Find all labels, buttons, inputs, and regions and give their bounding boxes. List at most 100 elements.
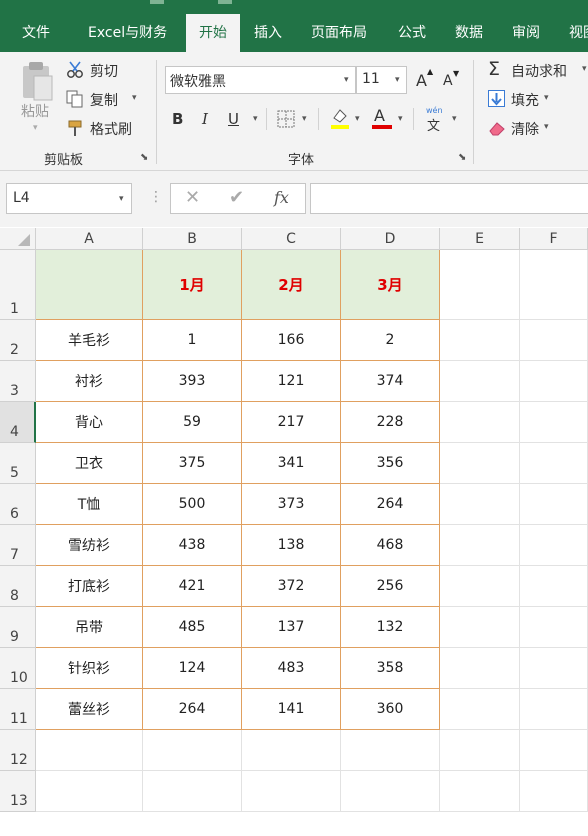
table-cell[interactable]: 228 (341, 402, 440, 443)
name-box[interactable]: L4 ▾ (6, 183, 132, 214)
table-cell[interactable]: 背心 (36, 402, 143, 443)
select-all-corner[interactable] (0, 228, 36, 250)
table-cell[interactable]: 483 (242, 648, 341, 689)
cut-button[interactable]: 剪切 (66, 60, 136, 82)
row-header-10[interactable]: 10 (0, 648, 36, 689)
cell[interactable] (440, 730, 520, 771)
row-header-8[interactable]: 8 (0, 566, 36, 607)
cell[interactable] (520, 484, 588, 525)
tab-review[interactable]: 审阅 (512, 14, 540, 52)
autosum-button[interactable]: Σ 自动求和 ▾ (487, 58, 588, 82)
row-header-5[interactable]: 5 (0, 443, 36, 484)
cell[interactable] (440, 525, 520, 566)
table-cell[interactable]: 217 (242, 402, 341, 443)
column-header-d[interactable]: D (341, 228, 440, 250)
copy-button[interactable]: 复制 ▾ (66, 89, 142, 111)
row-header-3[interactable]: 3 (0, 361, 36, 402)
row-header-11[interactable]: 11 (0, 689, 36, 730)
tab-formulas[interactable]: 公式 (398, 14, 426, 52)
cell[interactable] (36, 730, 143, 771)
table-cell[interactable]: 264 (143, 689, 242, 730)
grow-font-button[interactable]: A ▲ (416, 67, 436, 92)
table-cell[interactable]: 121 (242, 361, 341, 402)
row-header-12[interactable]: 12 (0, 730, 36, 771)
tab-insert[interactable]: 插入 (254, 14, 282, 52)
table-cell[interactable]: 468 (341, 525, 440, 566)
table-cell[interactable]: 375 (143, 443, 242, 484)
cell[interactable] (440, 443, 520, 484)
cell[interactable] (520, 566, 588, 607)
cell[interactable] (440, 250, 520, 320)
font-name-dropdown-icon[interactable]: ▾ (344, 75, 349, 85)
tab-view[interactable]: 视图 (569, 14, 588, 52)
table-cell[interactable]: 蕾丝衫 (36, 689, 143, 730)
table-cell[interactable]: 打底衫 (36, 566, 143, 607)
table-cell[interactable]: 393 (143, 361, 242, 402)
table-cell[interactable]: 372 (242, 566, 341, 607)
table-cell[interactable]: 356 (341, 443, 440, 484)
tab-data[interactable]: 数据 (455, 14, 483, 52)
cell[interactable] (242, 771, 341, 812)
cell[interactable] (520, 689, 588, 730)
font-size-dropdown-icon[interactable]: ▾ (395, 75, 400, 85)
column-header-e[interactable]: E (440, 228, 520, 250)
italic-button[interactable]: I (202, 110, 208, 128)
font-color-button[interactable]: A (372, 106, 392, 130)
tab-excel-finance[interactable]: Excel与财务 (88, 14, 167, 52)
cell[interactable] (520, 250, 588, 320)
table-cell[interactable]: 485 (143, 607, 242, 648)
row-header-6[interactable]: 6 (0, 484, 36, 525)
cell[interactable] (143, 771, 242, 812)
cell[interactable] (520, 730, 588, 771)
table-cell[interactable]: 137 (242, 607, 341, 648)
row-header-7[interactable]: 7 (0, 525, 36, 566)
autosum-dropdown-icon[interactable]: ▾ (582, 64, 587, 74)
table-cell[interactable]: 358 (341, 648, 440, 689)
font-name-combo[interactable]: 微软雅黑 ▾ (165, 66, 356, 94)
table-cell[interactable]: 256 (341, 566, 440, 607)
confirm-entry-icon[interactable]: ✔ (229, 187, 244, 208)
table-cell[interactable]: 341 (242, 443, 341, 484)
font-color-dropdown-icon[interactable]: ▾ (398, 114, 403, 124)
cell[interactable] (520, 648, 588, 689)
table-cell[interactable]: 360 (341, 689, 440, 730)
clear-button[interactable]: 清除 ▾ (487, 118, 557, 140)
phonetic-guide-button[interactable]: wén 文 (424, 106, 448, 134)
column-header-f[interactable]: F (520, 228, 588, 250)
fill-color-icon[interactable] (330, 106, 350, 130)
table-cell[interactable]: 羊毛衫 (36, 320, 143, 361)
table-cell[interactable]: 438 (143, 525, 242, 566)
borders-dropdown-icon[interactable]: ▾ (302, 114, 307, 124)
row-header-13[interactable]: 13 (0, 771, 36, 812)
row-header-2[interactable]: 2 (0, 320, 36, 361)
table-cell[interactable]: 421 (143, 566, 242, 607)
font-launcher-icon[interactable]: ⬊ (458, 152, 466, 163)
header-cell-d[interactable]: 3月 (341, 250, 440, 320)
cell[interactable] (341, 730, 440, 771)
cell[interactable] (440, 648, 520, 689)
table-cell[interactable]: 264 (341, 484, 440, 525)
table-cell[interactable]: 138 (242, 525, 341, 566)
tab-file[interactable]: 文件 (22, 14, 50, 52)
table-cell[interactable]: 124 (143, 648, 242, 689)
cell[interactable] (520, 361, 588, 402)
header-cell-b[interactable]: 1月 (143, 250, 242, 320)
table-cell[interactable]: 1 (143, 320, 242, 361)
row-header-1[interactable]: 1 (0, 250, 36, 320)
formula-input[interactable] (310, 183, 588, 214)
cell[interactable] (440, 771, 520, 812)
table-cell[interactable]: 373 (242, 484, 341, 525)
column-header-b[interactable]: B (143, 228, 242, 250)
copy-dropdown-icon[interactable]: ▾ (132, 93, 137, 103)
cell[interactable] (440, 607, 520, 648)
insert-function-icon[interactable]: fx (274, 188, 289, 207)
bold-button[interactable]: B (172, 110, 183, 128)
cell[interactable] (440, 402, 520, 443)
cell[interactable] (242, 730, 341, 771)
table-cell[interactable]: 141 (242, 689, 341, 730)
table-cell[interactable]: 2 (341, 320, 440, 361)
table-cell[interactable]: 卫衣 (36, 443, 143, 484)
cell[interactable] (520, 607, 588, 648)
table-cell[interactable]: 衬衫 (36, 361, 143, 402)
borders-icon[interactable] (277, 110, 295, 128)
